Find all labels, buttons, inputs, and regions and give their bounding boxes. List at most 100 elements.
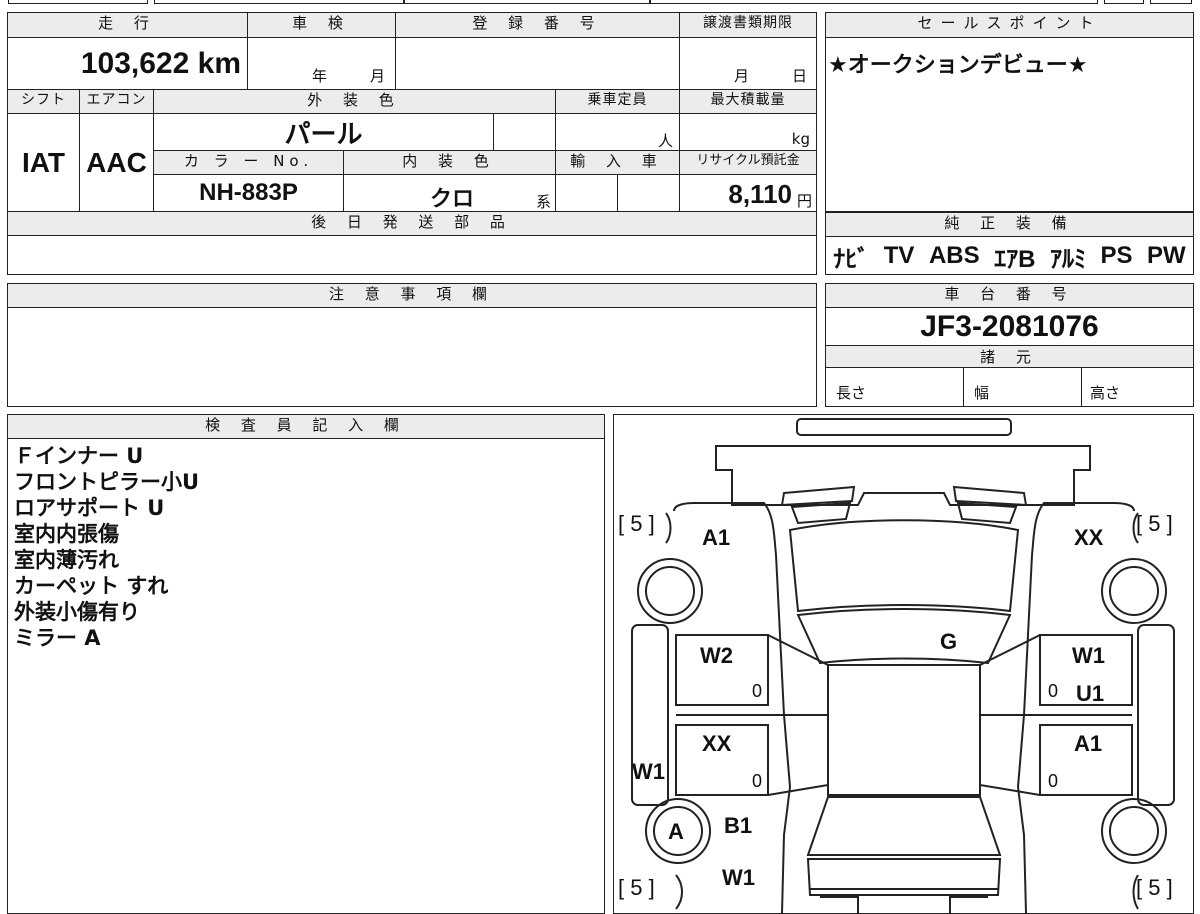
- height-label: 高さ: [1090, 384, 1121, 402]
- max-load-value: kg: [680, 114, 816, 151]
- shift-value: IAT: [8, 114, 80, 212]
- color-no-label: カ ラ ー No.: [154, 151, 344, 175]
- right-front-wheel-shape: [1101, 558, 1167, 624]
- equipment-box: 純 正 装 備 ﾅﾋﾞ TV ABS ｴｱB ｱﾙﾐ PS PW: [825, 212, 1194, 275]
- tire-tread-left-top: [ 5 ]: [618, 511, 655, 536]
- top-clipped-strip: [8, 0, 1192, 4]
- roof-shape: [827, 664, 981, 796]
- front-hood-shape: [715, 445, 1091, 506]
- inspector-box: 検 査 員 記 入 欄 Ｆインナー U フロントピラー小U ロアサポート U 室…: [7, 414, 605, 914]
- chassis-box: 車 台 番 号 JF3-2081076 諸 元 長さ 幅 高さ: [825, 283, 1194, 407]
- max-load-label: 最大積載量: [680, 90, 816, 114]
- inspector-line: ロアサポート U: [14, 496, 165, 520]
- import-value-b: [618, 175, 680, 212]
- equipment-list: ﾅﾋﾞ TV ABS ｴｱB ｱﾙﾐ PS PW: [826, 237, 1193, 275]
- mark-b1-left-rear: B1: [724, 813, 752, 838]
- interior-label: 内 装 色: [344, 151, 556, 175]
- recycle-value-cell: 8,110 円: [680, 175, 816, 212]
- length-label: 長さ: [836, 384, 867, 402]
- mark-zero-right-front: 0: [1048, 681, 1058, 701]
- mark-a-left-rear-wheel: A: [668, 819, 684, 844]
- mark-xx-front-right: XX: [1074, 525, 1104, 550]
- capacity-label: 乗車定員: [556, 90, 680, 114]
- width-cell: 幅: [964, 368, 1082, 406]
- inspector-notes: Ｆインナー U フロントピラー小U ロアサポート U 室内内張傷 室内薄汚れ カ…: [14, 443, 199, 651]
- transfer-value: 月 日: [680, 38, 816, 90]
- later-parts-label: 後 日 発 送 部 品: [8, 212, 816, 236]
- mark-zero-right-rear: 0: [1048, 771, 1058, 791]
- chassis-label: 車 台 番 号: [826, 284, 1193, 308]
- equipment-item: ｴｱB: [994, 245, 1036, 273]
- mark-w1-right-front-door: W1: [1072, 643, 1105, 668]
- registration-label: 登 録 番 号: [396, 13, 680, 38]
- inspection-label: 車 検: [248, 13, 396, 38]
- equipment-item: PS: [1100, 242, 1133, 269]
- equipment-item: PW: [1147, 242, 1186, 269]
- capacity-value: 人: [556, 114, 680, 151]
- vehicle-info-table: 走 行 車 検 登 録 番 号 譲渡書類期限 103,622 km 年 月 月 …: [7, 12, 817, 275]
- recycle-unit: 円: [796, 192, 812, 210]
- length-cell: 長さ: [826, 368, 964, 406]
- mark-zero-left-rear: 0: [752, 771, 762, 791]
- mark-zero-left-front: 0: [752, 681, 762, 701]
- interior-value: クロ: [430, 186, 475, 211]
- later-parts-value: [8, 236, 816, 274]
- rear-bumper-shape: [810, 888, 998, 913]
- front-bumper-shape: [796, 418, 1012, 436]
- inspection-value: 年 月: [248, 38, 396, 90]
- car-diagram: [ 5 ] [ 5 ] [ 5 ] [ 5 ] A1 XX G W2 W1 U1…: [618, 418, 1175, 913]
- aircon-value: AAC: [80, 114, 154, 212]
- equipment-item: ｱﾙﾐ: [1050, 245, 1086, 273]
- capacity-unit: 人: [657, 132, 673, 150]
- sales-point-box: セールスポイント ★オークションデビュー★: [825, 12, 1194, 212]
- left-front-wheel-inner: [645, 566, 695, 616]
- inspector-label: 検 査 員 記 入 欄: [8, 415, 604, 439]
- mark-a1-front-left: A1: [702, 525, 730, 550]
- recycle-value: 8,110: [728, 179, 792, 209]
- equipment-item: ABS: [928, 242, 980, 269]
- left-headlight-shape: [780, 485, 856, 507]
- exterior-value: パール: [154, 114, 494, 151]
- mark-w1-left-side: W1: [632, 759, 665, 784]
- sales-point-text: ★オークションデビュー★: [828, 53, 1088, 78]
- mark-g-windshield: G: [940, 629, 957, 654]
- notes-label: 注 意 事 項 欄: [8, 284, 816, 308]
- registration-value: [396, 38, 680, 90]
- width-label: 幅: [974, 384, 990, 402]
- car-diagram-box: [ 5 ] [ 5 ] [ 5 ] [ 5 ] A1 XX G W2 W1 U1…: [613, 414, 1194, 914]
- left-bottom-bracket: [675, 874, 683, 910]
- equipment-item: ﾅﾋﾞ: [833, 245, 870, 273]
- aircon-label: エアコン: [80, 90, 154, 114]
- right-rear-wheel-inner: [1109, 806, 1159, 856]
- cowl-shape: [796, 608, 1012, 665]
- right-front-wheel-inner: [1109, 566, 1159, 616]
- sales-point-label: セールスポイント: [826, 13, 1193, 38]
- equipment-item: TV: [883, 242, 915, 269]
- tire-tread-right-top: [ 5 ]: [1136, 511, 1173, 536]
- inspection-year: 年: [312, 67, 328, 85]
- interior-value-cell: クロ 系: [344, 175, 556, 212]
- max-load-unit: kg: [791, 130, 810, 148]
- transfer-label: 譲渡書類期限: [680, 13, 816, 38]
- left-top-bracket: [665, 512, 672, 544]
- inspector-line: 室内内張傷: [14, 522, 119, 546]
- inspector-line: 室内薄汚れ: [14, 548, 119, 572]
- tire-tread-right-bottom: [ 5 ]: [1136, 875, 1173, 900]
- spec-label: 諸 元: [826, 346, 1193, 368]
- right-headlight-shape: [952, 485, 1028, 507]
- mark-u1-right-front-door: U1: [1076, 681, 1104, 706]
- inspector-line: ミラー A: [14, 626, 101, 650]
- height-cell: 高さ: [1082, 368, 1193, 406]
- equipment-label: 純 正 装 備: [826, 213, 1193, 237]
- color-no-value: NH-883P: [154, 175, 344, 212]
- chassis-value: JF3-2081076: [826, 308, 1193, 346]
- mark-w1-left-bottom: W1: [722, 865, 755, 890]
- import-value-a: [556, 175, 618, 212]
- inspector-line: フロントピラー小U: [14, 470, 200, 494]
- notes-box: 注 意 事 項 欄: [7, 283, 817, 407]
- mileage-value: 103,622 km: [8, 38, 248, 90]
- inspector-line: 外装小傷有り: [14, 600, 140, 624]
- transfer-month: 月: [734, 67, 750, 85]
- mark-a1-right-rear-door: A1: [1074, 731, 1102, 756]
- right-rear-wheel-shape: [1101, 798, 1167, 864]
